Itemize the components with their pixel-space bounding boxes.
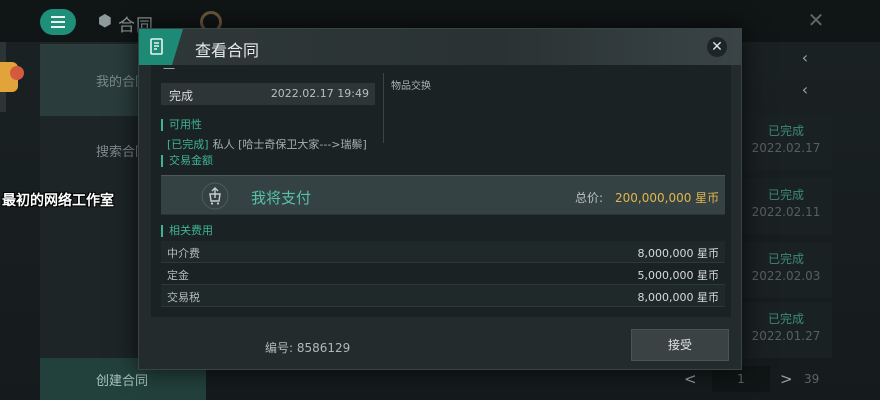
trade-type: 物品交换: [391, 81, 431, 92]
view-contract-dialog: 查看合同 ✕ 一 完成 2022.02.17 19:49 物品交换 可用性 [已…: [138, 28, 742, 370]
fee-value: 8,000,000 星币: [637, 291, 719, 304]
payment-direction: 我将支付: [251, 189, 312, 207]
watermark-text: 最初的网络工作室: [2, 193, 114, 209]
list-item[interactable]: 已完成 2022.02.03: [740, 242, 832, 298]
fee-row: 中介费 8,000,000 星币: [161, 241, 725, 263]
fee-row: 交易税 8,000,000 星币: [161, 285, 725, 307]
screen-close-icon[interactable]: ✕: [806, 10, 826, 30]
total-price-value: 200,000,000 星币: [615, 191, 720, 205]
list-date: 2022.02.03: [751, 269, 821, 283]
availability-heading: 可用性: [161, 119, 202, 131]
status-label: 完成: [169, 89, 194, 103]
chevron-left-icon[interactable]: ‹: [796, 48, 814, 67]
divider: [383, 73, 384, 143]
availability-detail: 私人 [哈士奇保卫大家--->瑞鬃]: [212, 138, 367, 151]
fee-name: 交易税: [167, 291, 200, 304]
contract-cube-icon: ⬢: [98, 11, 112, 30]
availability-status: [已完成]: [167, 138, 209, 151]
dialog-header-accent: [139, 29, 183, 65]
page-total: 39: [804, 372, 820, 386]
list-item[interactable]: 已完成 2022.02.11: [740, 178, 832, 234]
dialog-footer: 编号: 8586129 接受: [139, 317, 741, 369]
list-date: 2022.02.11: [751, 205, 821, 219]
chevron-left-icon[interactable]: ‹: [796, 80, 814, 99]
fee-row: 定金 5,000,000 星币: [161, 263, 725, 285]
status-box: 完成 2022.02.17 19:49: [161, 83, 375, 105]
fees-heading: 相关费用: [161, 225, 213, 237]
dialog-close-icon[interactable]: ✕: [707, 37, 727, 57]
list-status: 已完成: [767, 124, 804, 138]
dialog-header: 查看合同 ✕: [139, 29, 741, 65]
page-next-icon[interactable]: >: [780, 370, 793, 388]
list-date: 2022.02.17: [751, 141, 821, 155]
payment-bar: 我将支付 总价: 200,000,000 星币: [161, 175, 725, 215]
list-status: 已完成: [767, 188, 804, 202]
list-item[interactable]: 已完成 2022.02.17: [740, 114, 832, 170]
contract-id: 编号: 8586129: [265, 341, 351, 355]
avatar-badge-icon: [10, 66, 24, 80]
document-icon: [150, 38, 163, 55]
fee-name: 中介费: [167, 247, 200, 260]
upload-cart-icon: [201, 182, 229, 210]
dialog-title: 查看合同: [195, 41, 260, 60]
list-status: 已完成: [767, 312, 804, 326]
list-status: 已完成: [767, 252, 804, 266]
fee-value: 8,000,000 星币: [637, 247, 719, 260]
amount-heading: 交易金额: [161, 155, 213, 167]
menu-icon: [51, 16, 65, 28]
fee-value: 5,000,000 星币: [637, 269, 719, 282]
list-item[interactable]: 已完成 2022.01.27: [740, 302, 832, 358]
total-price-label: 总价:: [575, 191, 604, 205]
page-prev-icon[interactable]: <: [684, 370, 697, 388]
menu-button[interactable]: [40, 9, 76, 35]
top-stub-text: 一: [163, 62, 176, 76]
accept-button[interactable]: 接受: [631, 329, 729, 361]
list-date: 2022.01.27: [751, 329, 821, 343]
status-time: 2022.02.17 19:49: [270, 87, 369, 100]
fee-name: 定金: [167, 269, 189, 282]
availability-line: [已完成] 私人 [哈士奇保卫大家--->瑞鬃]: [167, 136, 367, 152]
